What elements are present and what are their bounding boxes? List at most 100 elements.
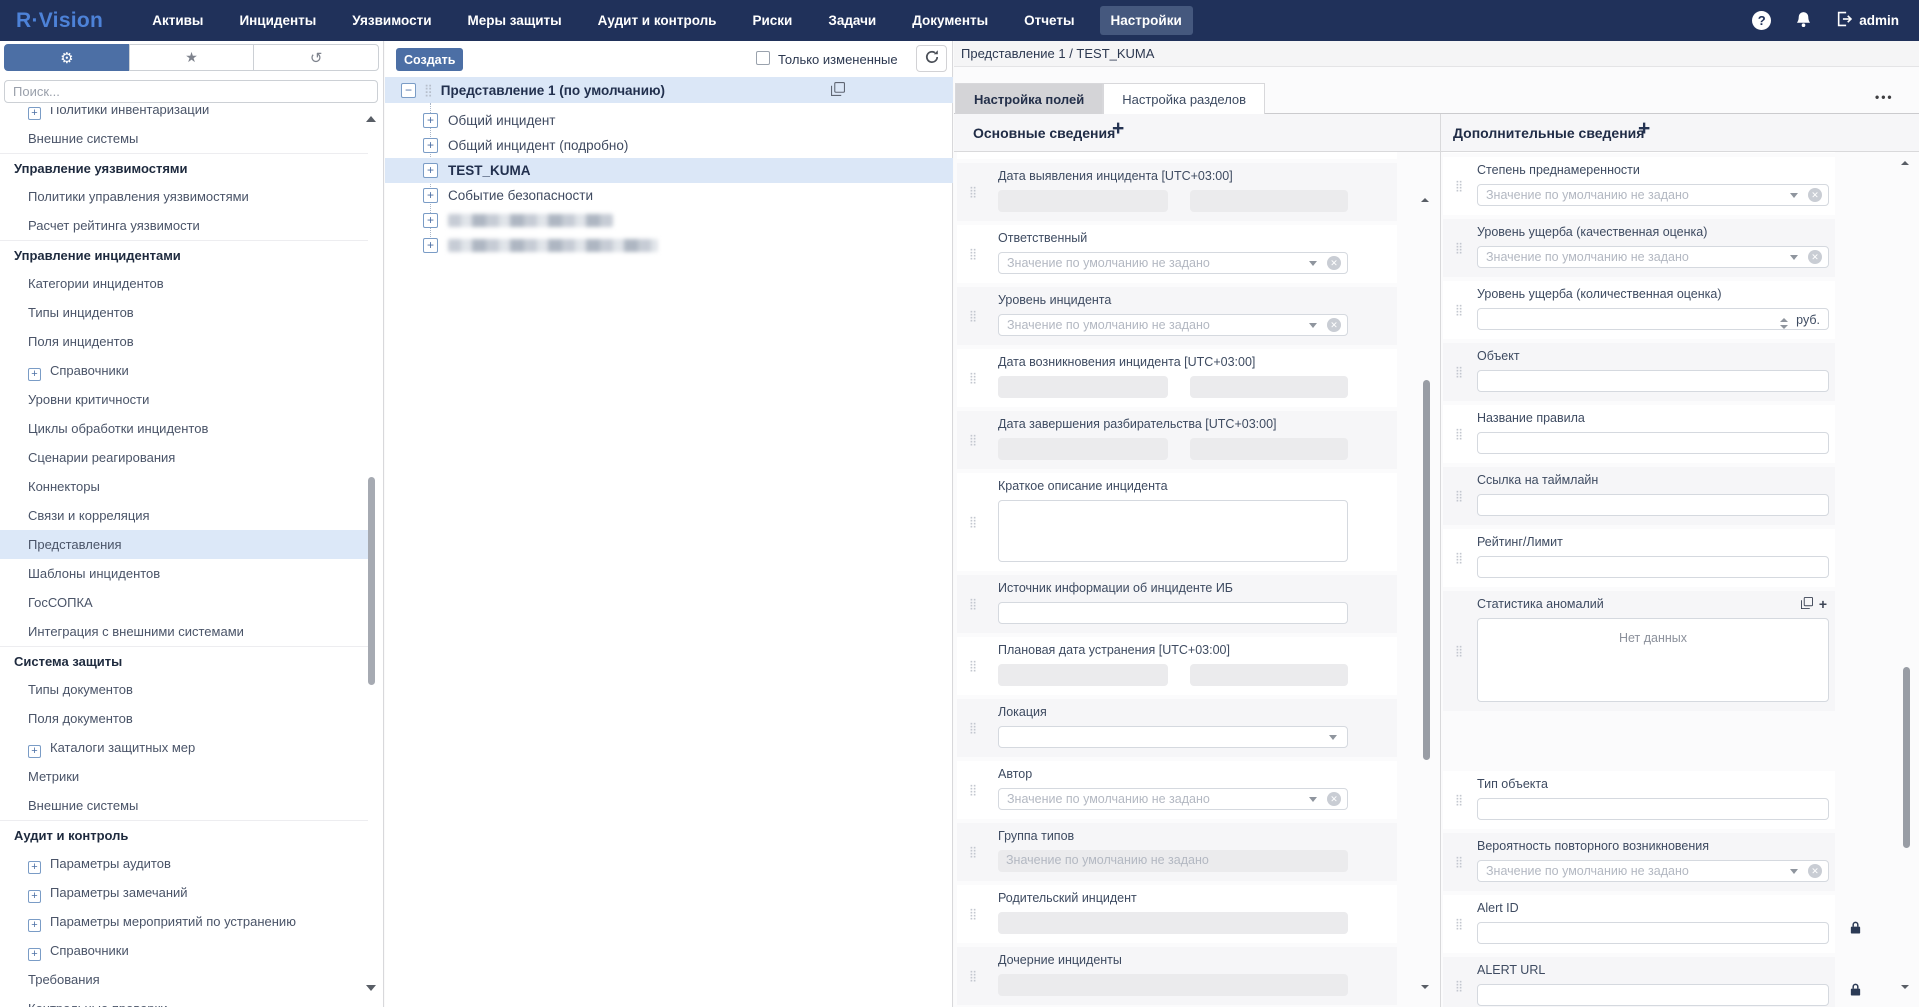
drag-handle-icon[interactable]: ⣿ [969,970,977,983]
text-input[interactable] [1477,370,1829,392]
sidebar-item-Интеграция с внешними системами[interactable]: Интеграция с внешними системами [0,617,368,646]
duplicate-view-icon[interactable] [831,82,845,99]
text-input[interactable] [1477,556,1829,578]
notifications-bell-icon[interactable] [1795,11,1812,31]
tree-item-redacted[interactable]: + [385,233,953,258]
additional-column-scroll-up[interactable] [1901,157,1909,165]
drag-handle-icon[interactable]: ⣿ [1455,242,1463,255]
sidebar-item-Параметры замечаний[interactable]: +Параметры замечаний [0,878,368,907]
sidebar-item-Справочники[interactable]: +Справочники [0,356,368,385]
sidebar-item-Сценарии реагирования[interactable]: Сценарии реагирования [0,443,368,472]
text-input[interactable] [1477,798,1829,820]
text-input[interactable] [1477,432,1829,454]
nav-item-Риски[interactable]: Риски [741,6,803,35]
nav-item-Настройки[interactable]: Настройки [1100,6,1193,35]
tree-item-Общий инцидент (подробно)[interactable]: +Общий инцидент (подробно) [385,133,953,158]
drag-handle-icon[interactable]: ⣿ [969,846,977,859]
expand-plus-icon[interactable]: + [423,188,438,203]
sidebar-item-Представления[interactable]: Представления [0,530,368,559]
number-stepper[interactable] [1780,314,1788,333]
clear-icon[interactable]: ✕ [1327,318,1341,332]
select-input[interactable]: Значение по умолчанию не задано✕ [998,788,1348,810]
sidebar-item-Параметры аудитов[interactable]: +Параметры аудитов [0,849,368,878]
select-input[interactable] [998,726,1348,748]
sidebar-item-Политики управления уязвимостями[interactable]: Политики управления уязвимостями [0,182,368,211]
text-input[interactable] [998,602,1348,624]
expand-plus-icon[interactable]: + [423,113,438,128]
sidebar-item-Типы инцидентов[interactable]: Типы инцидентов [0,298,368,327]
nav-item-Задачи[interactable]: Задачи [817,6,887,35]
expand-plus-icon[interactable]: + [28,368,41,381]
sidebar-item-Метрики[interactable]: Метрики [0,762,368,791]
text-input[interactable] [1477,922,1829,944]
chevron-down-icon[interactable] [1309,323,1317,332]
add-icon[interactable]: + [1819,598,1827,611]
tree-root-row[interactable]: −⣿Представление 1 (по умолчанию) [385,77,953,103]
search-input[interactable] [4,80,378,103]
date-input-end[interactable] [1190,376,1348,398]
nav-item-Аудит и контроль[interactable]: Аудит и контроль [587,6,728,35]
drag-handle-icon[interactable]: ⣿ [969,598,977,611]
main-column-scrollbar-thumb[interactable] [1423,380,1430,760]
sidebar-item-Каталоги защитных мер[interactable]: +Каталоги защитных мер [0,733,368,762]
date-input-end[interactable] [1190,190,1348,212]
sidebar-scroll-down[interactable] [366,985,376,996]
sidebar-item-Связи и корреляция[interactable]: Связи и корреляция [0,501,368,530]
sidebar-item-Категории инцидентов[interactable]: Категории инцидентов [0,269,368,298]
textarea-input[interactable] [998,500,1348,562]
main-column-scroll-up[interactable] [1421,194,1429,202]
date-input-start[interactable] [998,438,1168,460]
chevron-down-icon[interactable] [1329,735,1337,744]
only-changed-checkbox[interactable] [756,51,770,65]
tab-section-settings[interactable]: Настройка разделов [1103,83,1265,114]
tree-item-Общий инцидент[interactable]: +Общий инцидент [385,108,953,133]
tab-field-settings[interactable]: Настройка полей [955,83,1103,114]
sidebar-item-Справочники[interactable]: +Справочники [0,936,368,965]
clear-icon[interactable]: ✕ [1808,250,1822,264]
drag-handle-icon[interactable]: ⣿ [1455,490,1463,503]
sidebar-item-Типы документов[interactable]: Типы документов [0,675,368,704]
drag-handle-icon[interactable]: ⣿ [969,784,977,797]
sidebar-item-Политики инвентаризации[interactable]: +Политики инвентаризации [0,107,368,124]
drag-handle-icon[interactable]: ⣿ [969,186,977,199]
drag-handle-icon[interactable]: ⣿ [969,434,977,447]
help-icon[interactable]: ? [1752,11,1771,30]
date-input-end[interactable] [1190,438,1348,460]
nav-item-Отчеты[interactable]: Отчеты [1013,6,1085,35]
sidebar-item-Расчет рейтинга уязвимости[interactable]: Расчет рейтинга уязвимости [0,211,368,240]
expand-plus-icon[interactable]: + [423,138,438,153]
drag-handle-icon[interactable]: ⣿ [424,83,433,97]
select-input[interactable]: Значение по умолчанию не задано✕ [1477,860,1829,882]
drag-handle-icon[interactable]: ⣿ [1455,980,1463,993]
sidebar-item-ГосСОПКА[interactable]: ГосСОПКА [0,588,368,617]
chevron-down-icon[interactable] [1309,261,1317,270]
drag-handle-icon[interactable]: ⣿ [969,372,977,385]
date-input-end[interactable] [1190,664,1348,686]
drag-handle-icon[interactable]: ⣿ [1455,794,1463,807]
sidebar-item-Поля документов[interactable]: Поля документов [0,704,368,733]
drag-handle-icon[interactable]: ⣿ [1455,366,1463,379]
chevron-down-icon[interactable] [1309,797,1317,806]
date-input-start[interactable] [998,190,1168,212]
select-input[interactable]: Значение по умолчанию не задано✕ [998,252,1348,274]
sidebar-scroll-up[interactable] [366,111,376,122]
number-input[interactable]: руб. [1477,308,1829,330]
expand-plus-icon[interactable]: + [28,745,41,758]
sidebar-item-Внешние системы[interactable]: Внешние системы [0,791,368,820]
chevron-down-icon[interactable] [1790,255,1798,264]
tree-item-redacted[interactable]: + [385,208,953,233]
additional-column-scroll-down[interactable] [1901,985,1909,993]
sidebar-item-Контрольные проверки[interactable]: Контрольные проверки [0,994,368,1007]
drag-handle-icon[interactable]: ⣿ [969,248,977,261]
drag-handle-icon[interactable]: ⣿ [1455,552,1463,565]
sidebar-item-Внешние системы[interactable]: Внешние системы [0,124,368,153]
sidebar-item-Коннекторы[interactable]: Коннекторы [0,472,368,501]
nav-item-Активы[interactable]: Активы [141,6,214,35]
clear-icon[interactable]: ✕ [1808,864,1822,878]
chevron-down-icon[interactable] [1790,193,1798,202]
tab-settings-gear[interactable]: ⚙ [4,44,130,71]
drag-handle-icon[interactable]: ⣿ [1455,180,1463,193]
select-input[interactable]: Значение по умолчанию не задано✕ [1477,246,1829,268]
collapse-minus-icon[interactable]: − [401,83,416,98]
nav-item-Инциденты[interactable]: Инциденты [228,6,327,35]
